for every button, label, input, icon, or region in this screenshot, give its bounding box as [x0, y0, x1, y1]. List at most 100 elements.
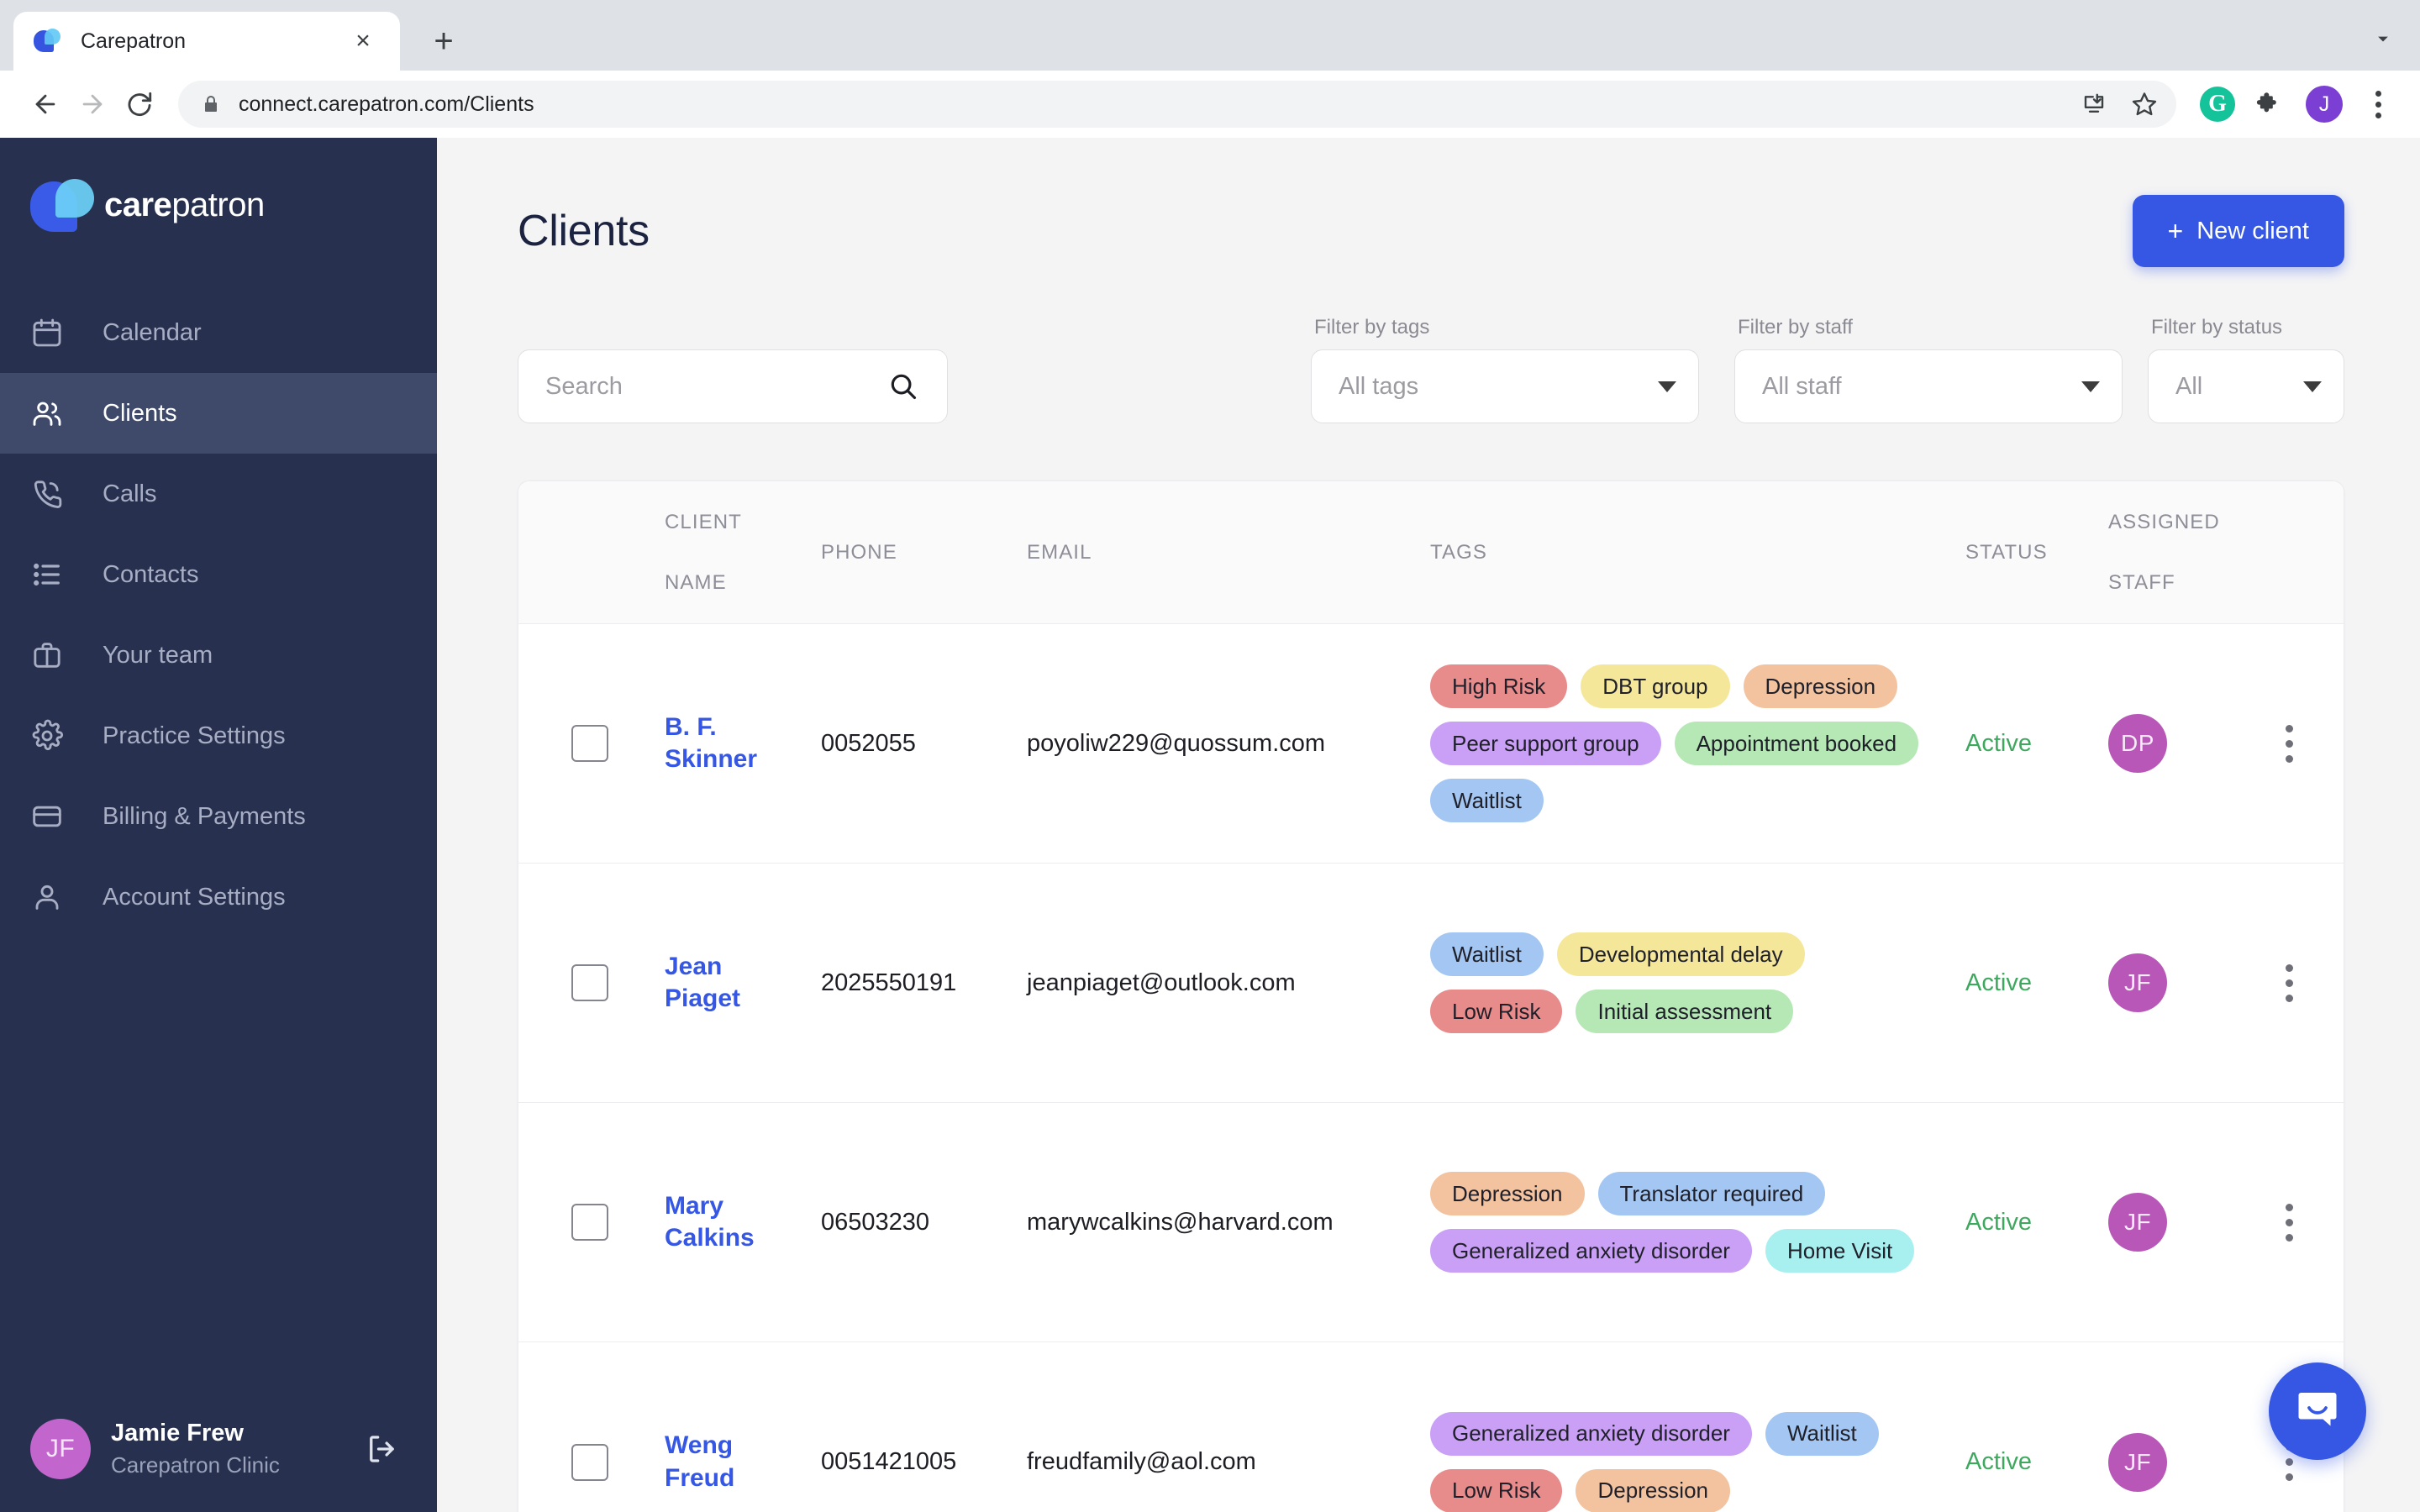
column-header-phone[interactable]: PHONE [821, 537, 1027, 568]
star-icon[interactable] [2121, 81, 2168, 128]
sidebar-item-your-team[interactable]: Your team [0, 615, 437, 696]
cell-client-name[interactable]: Jean Piaget [661, 951, 821, 1016]
puzzle-piece-icon[interactable] [2244, 81, 2291, 128]
install-app-icon[interactable] [2070, 81, 2118, 128]
table-row[interactable]: Jean Piaget 2025550191 jeanpiaget@outloo… [518, 864, 2344, 1103]
plus-icon: + [2167, 216, 2184, 246]
sidebar-item-label: Billing & Payments [103, 802, 306, 830]
avatar[interactable]: JF [2108, 1432, 2167, 1492]
kebab-menu-icon[interactable] [2285, 724, 2293, 763]
tag-chip: Depression [1576, 1468, 1730, 1512]
cell-client-name[interactable]: Weng Freud [661, 1430, 821, 1494]
search-input[interactable]: Search [518, 349, 948, 423]
cell-email: freudfamily@aol.com [1027, 1448, 1256, 1475]
new-tab-button[interactable]: + [420, 18, 467, 65]
url-text: connect.carepatron.com/Clients [239, 92, 534, 116]
tag-chip: High Risk [1430, 664, 1568, 708]
row-checkbox-cell[interactable] [518, 964, 661, 1001]
filter-by-status-label: Filter by status [2151, 316, 2283, 339]
back-arrow-icon[interactable] [22, 81, 69, 128]
status-badge: Active [1965, 729, 2032, 757]
row-checkbox[interactable] [571, 1443, 608, 1481]
sidebar-user-footer[interactable]: JF Jamie Frew Carepatron Clinic [0, 1386, 437, 1512]
filter-by-staff-value: All staff [1762, 372, 1842, 400]
client-name-line2: Piaget [665, 984, 741, 1012]
grammarly-icon[interactable]: G [2200, 87, 2235, 122]
filter-by-tags-select[interactable]: All tags [1311, 349, 1699, 423]
row-checkbox-cell[interactable] [518, 1204, 661, 1241]
logout-icon[interactable] [356, 1431, 407, 1467]
card-icon [30, 800, 79, 833]
avatar[interactable]: JF [2108, 1193, 2167, 1252]
search-placeholder: Search [545, 372, 623, 400]
column-header-status[interactable]: STATUS [1965, 537, 2108, 568]
user-organization: Carepatron Clinic [111, 1452, 280, 1478]
column-header-email[interactable]: EMAIL [1027, 537, 1430, 568]
sidebar-item-label: Calendar [103, 318, 202, 346]
row-checkbox-cell[interactable] [518, 1443, 661, 1481]
sidebar-item-calls[interactable]: Calls [0, 454, 437, 534]
row-checkbox[interactable] [571, 964, 608, 1001]
page-header: Clients + New client [437, 138, 2420, 267]
chevron-down-icon[interactable] [2365, 20, 2402, 57]
sidebar-item-account-settings[interactable]: Account Settings [0, 857, 437, 937]
tag-chip: Low Risk [1430, 990, 1563, 1033]
tag-chip: DBT group [1581, 664, 1730, 708]
column-header-email-label: EMAIL [1027, 540, 1092, 564]
cell-client-name[interactable]: Mary Calkins [661, 1190, 821, 1255]
filter-by-status-select[interactable]: All [2148, 349, 2344, 423]
column-header-assigned-staff[interactable]: ASSIGNED STAFF [2108, 507, 2234, 597]
avatar[interactable]: JF [2108, 953, 2167, 1012]
search-icon[interactable] [885, 370, 922, 402]
tag-chip: Waitlist [1430, 932, 1544, 976]
kebab-menu-icon[interactable] [2285, 1203, 2293, 1242]
sidebar-item-clients[interactable]: Clients [0, 373, 437, 454]
table-row[interactable]: B. F. Skinner 0052055 poyoliw229@quossum… [518, 624, 2344, 864]
column-header-client-name[interactable]: CLIENT NAME [661, 507, 821, 597]
cell-assigned-staff: JF [2108, 1193, 2234, 1252]
row-checkbox[interactable] [571, 1204, 608, 1241]
kebab-menu-icon[interactable] [2285, 963, 2293, 1002]
row-checkbox[interactable] [571, 725, 608, 762]
new-client-button[interactable]: + New client [2132, 195, 2344, 267]
column-header-tags[interactable]: TAGS [1430, 537, 1965, 568]
sidebar-item-billing-payments[interactable]: Billing & Payments [0, 776, 437, 857]
sidebar-item-contacts[interactable]: Contacts [0, 534, 437, 615]
intercom-chat-button[interactable] [2269, 1362, 2366, 1460]
cell-client-name[interactable]: B. F. Skinner [661, 711, 821, 776]
cell-assigned-staff: JF [2108, 953, 2234, 1012]
tag-chip: Translator required [1597, 1172, 1826, 1215]
row-actions-button[interactable] [2234, 724, 2344, 763]
address-bar[interactable]: connect.carepatron.com/Clients [178, 81, 2176, 128]
reload-icon[interactable] [116, 81, 163, 128]
avatar[interactable]: DP [2108, 714, 2167, 773]
carepatron-logo-icon [30, 177, 94, 233]
three-dot-menu-icon[interactable] [2358, 81, 2398, 128]
browser-tab[interactable]: Carepatron × [13, 12, 400, 71]
forward-arrow-icon[interactable] [69, 81, 116, 128]
sidebar-item-calendar[interactable]: Calendar [0, 292, 437, 373]
table-row[interactable]: Weng Freud 0051421005 freudfamily@aol.co… [518, 1342, 2344, 1512]
brand-logo[interactable]: carepatron [0, 138, 437, 272]
table-row[interactable]: Mary Calkins 06503230 marywcalkins@harva… [518, 1103, 2344, 1342]
chevron-down-icon [2303, 381, 2322, 392]
user-meta: Jamie Frew Carepatron Clinic [111, 1420, 356, 1478]
cell-tags: High Risk DBT group Depression Peer supp… [1430, 664, 1965, 822]
filter-by-status-value: All [2175, 372, 2203, 400]
briefcase-icon [30, 638, 79, 672]
sidebar-item-practice-settings[interactable]: Practice Settings [0, 696, 437, 776]
status-badge: Active [1965, 1208, 2032, 1236]
row-actions-button[interactable] [2234, 963, 2344, 1002]
filter-by-staff-select[interactable]: All staff [1734, 349, 2123, 423]
row-actions-button[interactable] [2234, 1203, 2344, 1242]
sidebar-item-label: Clients [103, 399, 177, 427]
tab-strip: Carepatron × + [0, 0, 2420, 71]
close-icon[interactable]: × [346, 24, 380, 58]
sidebar: carepatron Calendar Clients Calls Contac… [0, 138, 437, 1512]
avatar[interactable]: J [2306, 86, 2343, 123]
carepatron-logo-icon [34, 27, 62, 55]
omnibox-actions [2070, 81, 2168, 128]
tag-chip: Generalized anxiety disorder [1430, 1229, 1752, 1273]
chevron-down-icon [2081, 381, 2100, 392]
row-checkbox-cell[interactable] [518, 725, 661, 762]
